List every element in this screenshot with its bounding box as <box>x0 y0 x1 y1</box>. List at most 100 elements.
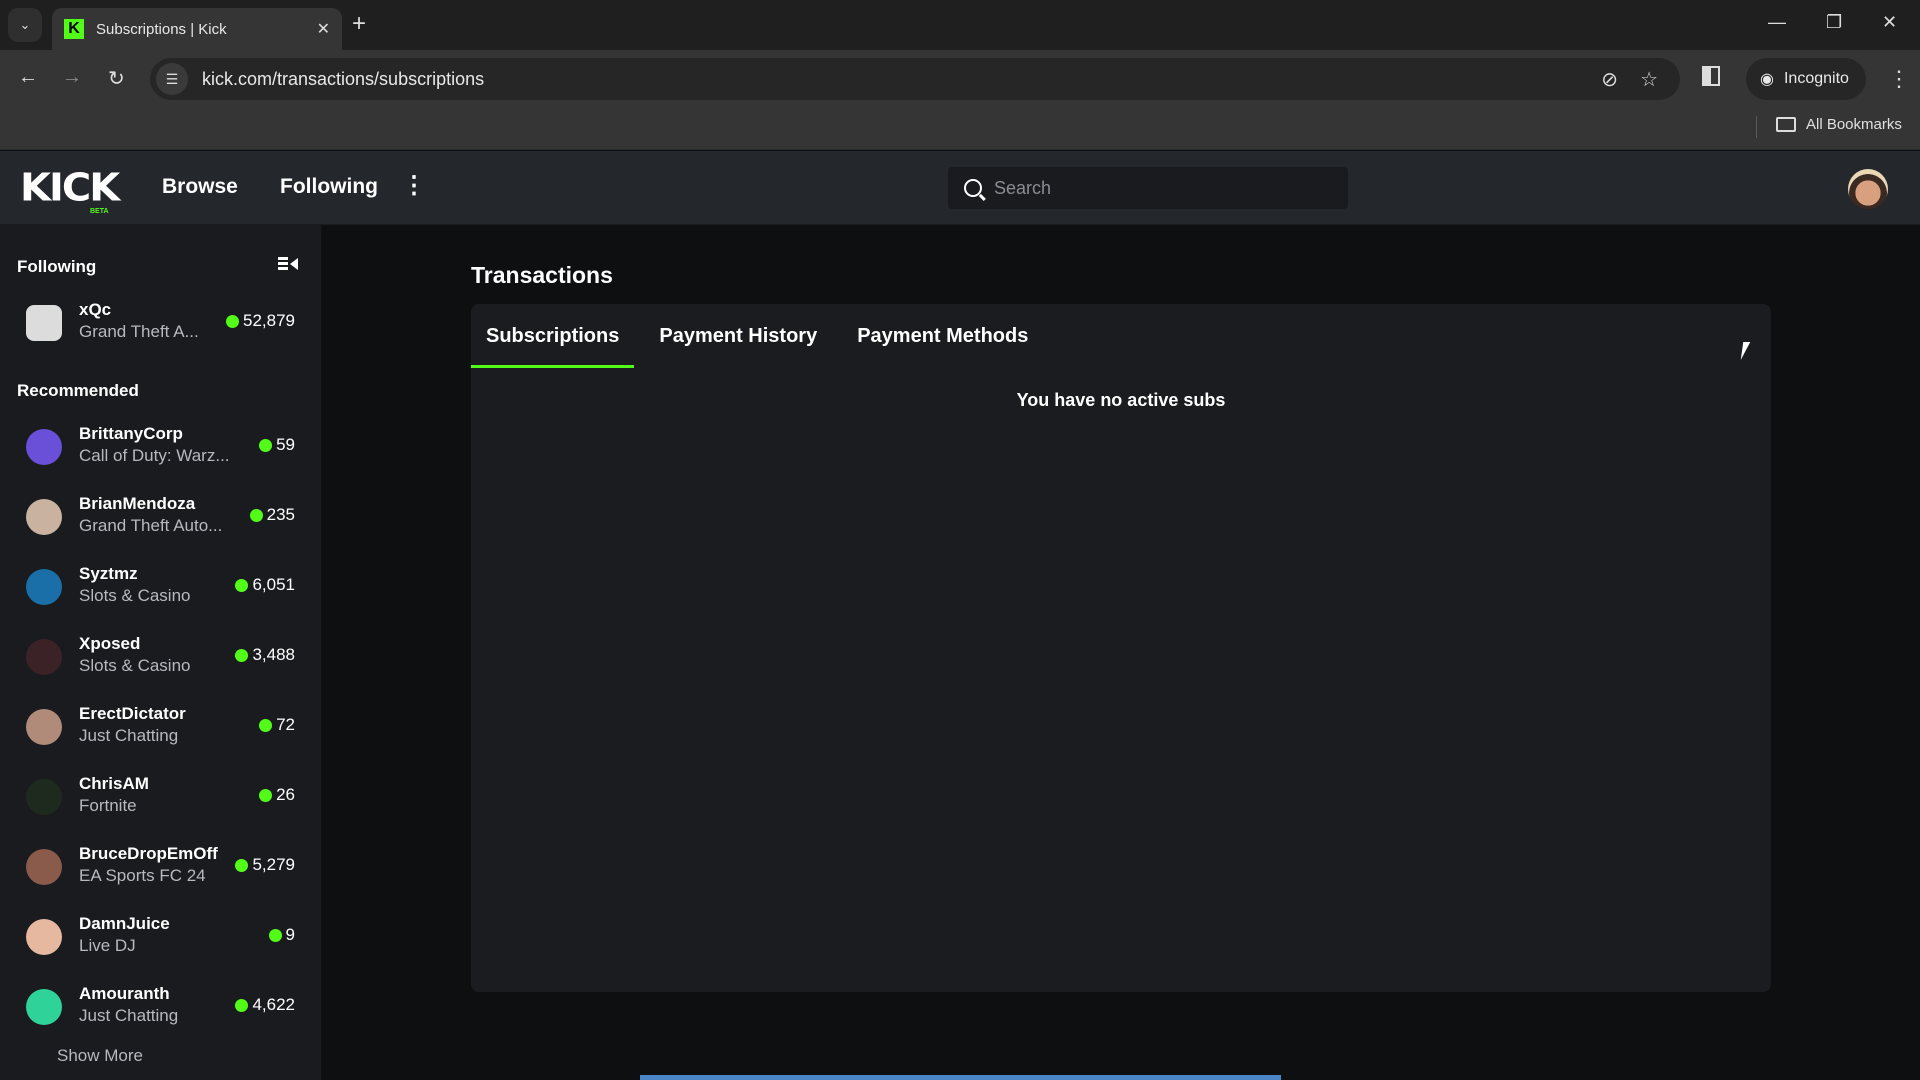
recommended-heading: Recommended <box>17 381 139 400</box>
restore-icon[interactable]: ❐ <box>1826 12 1842 33</box>
eye-off-icon[interactable]: ⊘ <box>1601 67 1618 92</box>
nav-following[interactable]: Following <box>280 175 378 199</box>
live-indicator-icon <box>226 314 239 328</box>
viewer-count: 9 <box>268 925 295 945</box>
recommended-channel[interactable]: Xposed Slots & Casino 3,488 <box>0 629 322 685</box>
following-channel-xqc[interactable]: xQc Grand Theft A... 52,879 <box>0 295 322 351</box>
transactions-tabs: Subscriptions Payment History Payment Me… <box>471 304 1053 368</box>
bookmark-star-icon[interactable]: ☆ <box>1640 67 1658 92</box>
incognito-label: Incognito <box>1783 70 1849 87</box>
mouse-cursor-icon <box>1740 342 1758 360</box>
kick-favicon-icon: K <box>64 19 84 39</box>
incognito-button[interactable]: ◉ Incognito <box>1746 58 1866 100</box>
viewer-count-value: 6,051 <box>252 575 295 594</box>
recommended-channel[interactable]: BruceDropEmOff EA Sports FC 24 5,279 <box>0 839 322 895</box>
new-tab-button[interactable]: + <box>352 12 366 36</box>
live-indicator-icon <box>268 928 282 942</box>
folder-icon <box>1776 117 1796 132</box>
tab-payment-methods[interactable]: Payment Methods <box>842 304 1043 368</box>
user-avatar[interactable] <box>1848 169 1888 209</box>
viewer-count: 5,279 <box>235 855 295 875</box>
bookmarks-bar: All Bookmarks <box>0 108 1920 150</box>
side-panel-icon[interactable] <box>1702 66 1720 86</box>
channel-category: Slots & Casino <box>79 586 191 605</box>
channel-category: EA Sports FC 24 <box>79 866 206 885</box>
collapse-sidebar-icon[interactable] <box>278 257 298 271</box>
channel-name: BrittanyCorp <box>79 424 183 443</box>
channel-category: Just Chatting <box>79 726 179 745</box>
recommended-channel[interactable]: Syztmz Slots & Casino 6,051 <box>0 559 322 615</box>
close-window-icon[interactable]: ✕ <box>1882 12 1897 33</box>
browser-menu-icon[interactable]: ⋮ <box>1888 66 1910 92</box>
viewer-count: 3,488 <box>235 645 295 665</box>
channel-name: Amouranth <box>79 984 170 1003</box>
channel-avatar <box>26 779 62 815</box>
address-bar[interactable]: ☰ kick.com/transactions/subscriptions ⊘ … <box>150 58 1680 100</box>
search-box[interactable] <box>948 167 1348 209</box>
live-indicator-icon <box>249 508 263 522</box>
channel-name: ChrisAM <box>79 774 149 793</box>
channel-name: BruceDropEmOff <box>79 844 218 863</box>
recommended-channel[interactable]: BrianMendoza Grand Theft Auto... 235 <box>0 489 322 545</box>
kick-logo[interactable]: KICK <box>20 169 120 207</box>
channel-category: Fortnite <box>79 796 137 815</box>
recommended-channel[interactable]: BrittanyCorp Call of Duty: Warz... 59 <box>0 419 322 475</box>
forward-icon[interactable]: → <box>62 66 82 89</box>
empty-state-message: You have no active subs <box>1016 390 1226 410</box>
tab-subscriptions[interactable]: Subscriptions <box>471 304 635 368</box>
viewer-count: 52,879 <box>226 311 295 331</box>
browser-tab-active[interactable]: K Subscriptions | Kick ✕ <box>52 8 342 50</box>
live-indicator-icon <box>235 858 249 872</box>
recommended-channel[interactable]: ErectDictator Just Chatting 72 <box>0 699 322 755</box>
horizontal-scrollbar[interactable] <box>640 1075 1281 1080</box>
viewer-count: 235 <box>249 505 295 525</box>
viewer-count-value: 4,622 <box>252 995 295 1014</box>
viewer-count-value: 3,488 <box>252 645 295 664</box>
bookmarks-divider <box>1756 116 1757 138</box>
tab-title: Subscriptions | Kick <box>96 20 227 38</box>
live-indicator-icon <box>259 788 273 802</box>
tab-payment-history[interactable]: Payment History <box>644 304 832 368</box>
channel-avatar <box>26 429 62 465</box>
more-menu-icon[interactable]: ⋮ <box>402 171 426 200</box>
live-indicator-icon <box>259 718 273 732</box>
close-tab-icon[interactable]: ✕ <box>317 19 330 39</box>
search-input[interactable] <box>994 177 1334 199</box>
viewer-count: 26 <box>259 785 295 805</box>
channel-category: Grand Theft A... <box>79 322 199 341</box>
viewer-count-value: 72 <box>276 715 295 734</box>
channel-category: Grand Theft Auto... <box>79 516 223 535</box>
browser-toolbar: ← → ↻ ☰ kick.com/transactions/subscripti… <box>0 50 1920 108</box>
channel-category: Call of Duty: Warz... <box>79 446 230 465</box>
live-indicator-icon <box>235 998 249 1012</box>
viewer-count-value: 5,279 <box>252 855 295 874</box>
viewer-count-value: 9 <box>285 925 295 944</box>
recommended-channel[interactable]: DamnJuice Live DJ 9 <box>0 909 322 965</box>
channel-avatar <box>26 569 62 605</box>
viewer-count: 59 <box>259 435 295 455</box>
site-info-icon[interactable]: ☰ <box>156 63 188 95</box>
url-text[interactable]: kick.com/transactions/subscriptions <box>202 69 1601 90</box>
channel-avatar <box>26 709 62 745</box>
following-heading: Following <box>17 257 97 276</box>
incognito-icon: ◉ <box>1760 71 1774 88</box>
nav-browse[interactable]: Browse <box>162 175 238 199</box>
show-more-link[interactable]: Show More <box>57 1046 143 1066</box>
channel-name: BrianMendoza <box>79 494 196 513</box>
back-icon[interactable]: ← <box>18 66 38 89</box>
reload-icon[interactable]: ↻ <box>108 66 125 91</box>
all-bookmarks-button[interactable]: All Bookmarks <box>1776 116 1902 133</box>
site-header: KICK BETA Browse Following ⋮ <box>0 151 1920 225</box>
viewer-count-value: 59 <box>276 435 295 454</box>
recommended-channel[interactable]: ChrisAM Fortnite 26 <box>0 769 322 825</box>
minimize-icon[interactable]: — <box>1768 12 1786 33</box>
page-title: Transactions <box>471 262 613 288</box>
sidebar: Following xQc Grand Theft A... 52,879 Re… <box>0 225 322 1080</box>
viewer-count-value: 26 <box>276 785 295 804</box>
all-bookmarks-label: All Bookmarks <box>1806 116 1902 133</box>
channel-name: Xposed <box>79 634 141 653</box>
recommended-channel[interactable]: Amouranth Just Chatting 4,622 <box>0 979 322 1035</box>
tab-search-button[interactable]: ⌄ <box>8 8 42 42</box>
viewer-count: 6,051 <box>235 575 295 595</box>
channel-avatar <box>26 849 62 885</box>
